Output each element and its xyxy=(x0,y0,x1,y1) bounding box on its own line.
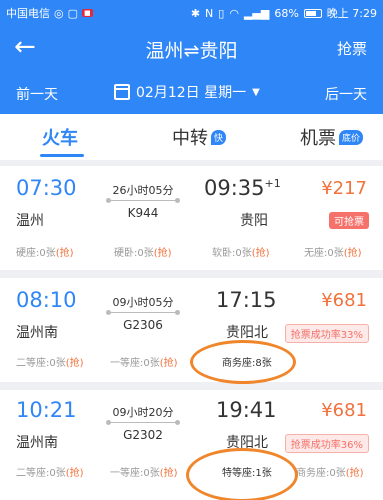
route-line xyxy=(106,310,180,315)
seat-info[interactable]: 硬座:0张(抢) xyxy=(16,244,74,259)
route-line xyxy=(106,420,180,425)
departure-station: 温州南 xyxy=(16,325,58,341)
tab-train[interactable]: 火车 xyxy=(42,124,78,150)
tab-flight-label: 机票 xyxy=(300,128,336,149)
departure-time: 10:21 xyxy=(16,398,77,422)
grab-seat-link: (抢) xyxy=(153,248,172,259)
bluetooth-icon: ✱ xyxy=(190,6,201,20)
grab-ticket-button[interactable]: 抢票 xyxy=(337,38,367,59)
status-badge: 抢票成功率36% xyxy=(284,434,369,453)
date-bar: 前一天 02月12日 星期一 ▼ 后一天 xyxy=(0,70,383,114)
grab-seat-link: (抢) xyxy=(159,468,178,479)
departure-time: 07:30 xyxy=(16,176,77,200)
vibrate-icon: ▯ xyxy=(218,6,225,20)
status-badge: 抢票成功率33% xyxy=(284,324,369,343)
seat-info[interactable]: 软卧:0张(抢) xyxy=(212,244,270,259)
grab-seat-link: (抢) xyxy=(159,358,178,369)
route-title: 温州⇌贵阳 xyxy=(145,40,238,62)
departure-station: 温州 xyxy=(16,213,44,229)
seat-info[interactable]: 商务座:0张(抢) xyxy=(296,464,364,479)
tab-transfer[interactable]: 中转 快 xyxy=(172,124,227,150)
battery-percent: 68% xyxy=(274,6,299,20)
seat-label: 一等座:0张 xyxy=(110,358,160,369)
next-day-button[interactable]: 后一天 xyxy=(325,84,367,104)
seat-label: 无座:0张 xyxy=(304,248,344,259)
page: 中国电信 ◎ ▢ ■ ✱ N ▯ ◠ ▂▄▆ 68% 晚上 7:29 ← 温州⇌… xyxy=(0,0,383,500)
seat-label: 二等座:0张 xyxy=(16,358,66,369)
route-line xyxy=(106,198,180,203)
duration: 26小时05分 xyxy=(112,184,174,197)
price: ¥681 xyxy=(321,290,367,311)
seat-label: 二等座:0张 xyxy=(16,468,66,479)
seat-label: 商务座:0张 xyxy=(296,468,346,479)
duration: 09小时20分 xyxy=(112,406,174,419)
train-card[interactable]: 07:30 温州 26小时05分 K944 09:35+1 贵阳 ¥217 可抢… xyxy=(0,166,383,270)
seat-info[interactable]: 硬卧:0张(抢) xyxy=(114,244,172,259)
status-badge: 可抢票 xyxy=(329,212,369,229)
sim-icon: ▢ xyxy=(67,6,79,20)
tab-transfer-badge: 快 xyxy=(211,129,227,145)
grab-seat-link: (抢) xyxy=(343,248,362,259)
seat-label: 一等座:0张 xyxy=(110,468,160,479)
grab-seat-link: (抢) xyxy=(65,468,84,479)
arrival-time-value: 09:35 xyxy=(204,176,265,200)
seat-info[interactable]: 一等座:0张(抢) xyxy=(110,464,178,479)
arrival-time: 19:41 xyxy=(216,398,277,422)
top-bar: ← 温州⇌贵阳 抢票 xyxy=(0,26,383,70)
signal-icon: ▂▄▆ xyxy=(243,6,270,20)
departure-station: 温州南 xyxy=(16,435,58,451)
status-bar: 中国电信 ◎ ▢ ■ ✱ N ▯ ◠ ▂▄▆ 68% 晚上 7:29 xyxy=(0,0,383,26)
price: ¥681 xyxy=(321,400,367,421)
annotation-circle xyxy=(186,448,298,500)
arrival-time: 09:35+1 xyxy=(204,176,281,200)
wifi-icon: ◠ xyxy=(229,6,239,20)
train-number: K944 xyxy=(127,206,159,220)
departure-time: 08:10 xyxy=(16,288,77,312)
seat-info[interactable]: 二等座:0张(抢) xyxy=(16,354,84,369)
price: ¥217 xyxy=(321,178,367,199)
tab-train-label: 火车 xyxy=(42,128,78,149)
seat-label: 硬座:0张 xyxy=(16,248,56,259)
grab-seat-link: (抢) xyxy=(55,248,74,259)
train-number: G2302 xyxy=(123,428,163,442)
grab-seat-link: (抢) xyxy=(65,358,84,369)
arrival-time: 17:15 xyxy=(216,288,277,312)
grab-seat-link: (抢) xyxy=(345,468,364,479)
duration: 09小时05分 xyxy=(112,296,174,309)
tab-flight[interactable]: 机票 底价 xyxy=(300,124,364,150)
train-number: G2306 xyxy=(123,318,163,332)
date-selector[interactable]: 02月12日 星期一 ▼ xyxy=(114,82,260,102)
seat-label: 软卧:0张 xyxy=(212,248,252,259)
mode-tabs: 火车 中转 快 机票 底价 xyxy=(0,114,383,160)
battery-icon xyxy=(303,8,322,18)
seat-info[interactable]: 二等座:0张(抢) xyxy=(16,464,84,479)
grab-seat-link: (抢) xyxy=(251,248,270,259)
active-tab-indicator xyxy=(40,154,84,157)
arrival-next-day: +1 xyxy=(264,177,281,190)
seat-info[interactable]: 无座:0张(抢) xyxy=(304,244,362,259)
dropdown-caret-icon: ▼ xyxy=(252,86,260,98)
nfc-icon: N xyxy=(205,6,214,20)
seat-info[interactable]: 一等座:0张(抢) xyxy=(110,354,178,369)
previous-day-button[interactable]: 前一天 xyxy=(16,84,58,104)
location-icon: ◎ xyxy=(54,6,64,20)
tab-flight-badge: 底价 xyxy=(339,129,364,145)
tab-transfer-label: 中转 xyxy=(172,128,208,149)
carrier-text: 中国电信 xyxy=(6,7,50,20)
calendar-icon xyxy=(114,84,130,100)
arrival-station: 贵阳 xyxy=(240,213,268,229)
clock-text: 晚上 7:29 xyxy=(326,7,377,20)
app-notification-icon: ■ xyxy=(82,9,93,17)
date-label: 02月12日 星期一 xyxy=(136,85,247,101)
seat-label: 硬卧:0张 xyxy=(114,248,154,259)
arrival-station: 贵阳北 xyxy=(226,325,268,341)
annotation-circle xyxy=(190,340,296,384)
